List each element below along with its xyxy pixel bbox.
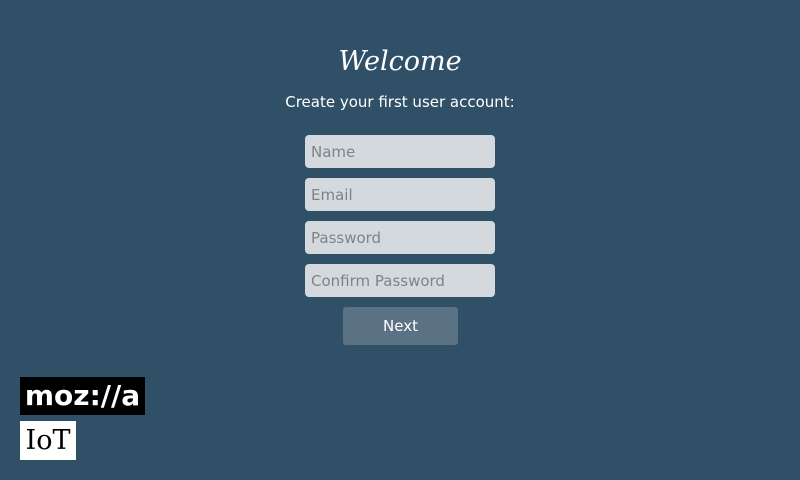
email-input[interactable] [305,178,495,211]
page-title: Welcome [338,46,462,77]
name-input[interactable] [305,135,495,168]
next-button[interactable]: Next [343,307,458,345]
confirm-password-input[interactable] [305,264,495,297]
mozilla-logo: moz://a [20,377,145,415]
iot-logo: IoT [20,421,76,460]
password-input[interactable] [305,221,495,254]
page-subtitle: Create your first user account: [285,93,515,111]
